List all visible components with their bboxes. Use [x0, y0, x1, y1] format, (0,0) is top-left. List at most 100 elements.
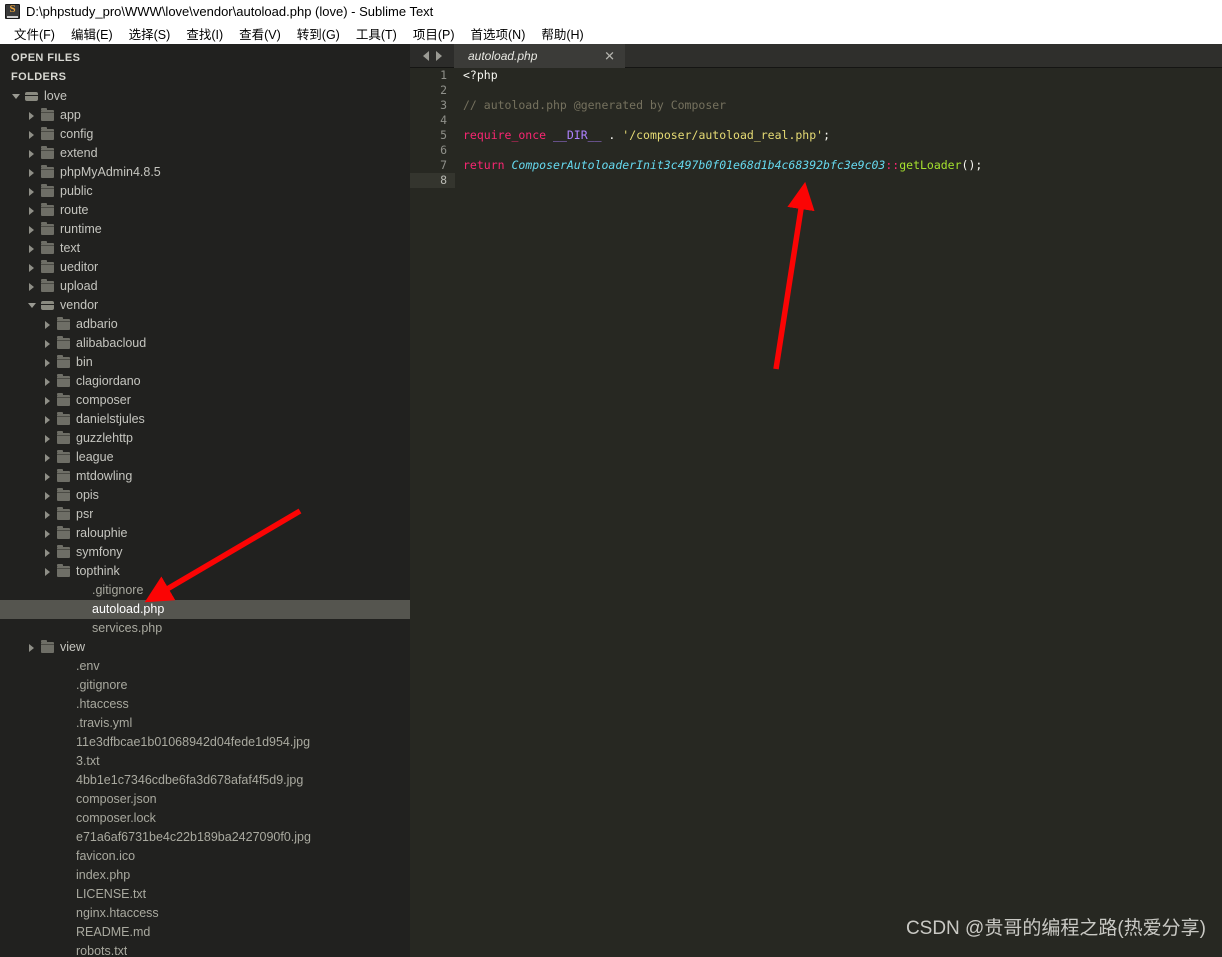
chevron-right-icon[interactable] — [43, 372, 54, 391]
chevron-right-icon[interactable] — [27, 144, 38, 163]
tree-file-item[interactable]: .htaccess — [0, 695, 410, 714]
tree-file-item[interactable]: services.php — [0, 619, 410, 638]
tree-folder-item[interactable]: route — [0, 201, 410, 220]
tree-folder-item[interactable]: view — [0, 638, 410, 657]
tree-file-item[interactable]: composer.lock — [0, 809, 410, 828]
menu-item-0[interactable]: 文件(F) — [6, 22, 63, 45]
code-line[interactable]: require_once __DIR__ . '/composer/autolo… — [455, 128, 1222, 143]
code-line[interactable]: // autoload.php @generated by Composer — [455, 98, 1222, 113]
chevron-right-icon[interactable] — [43, 543, 54, 562]
code-line[interactable] — [455, 83, 1222, 98]
chevron-right-icon[interactable] — [43, 391, 54, 410]
tree-folder-item[interactable]: extend — [0, 144, 410, 163]
tree-file-item[interactable]: nginx.htaccess — [0, 904, 410, 923]
chevron-right-icon[interactable] — [27, 106, 38, 125]
tree-folder-item[interactable]: runtime — [0, 220, 410, 239]
chevron-right-icon[interactable] — [43, 486, 54, 505]
chevron-right-icon[interactable] — [27, 638, 38, 657]
menu-item-4[interactable]: 查看(V) — [231, 22, 289, 45]
chevron-right-icon[interactable] — [43, 315, 54, 334]
chevron-right-icon[interactable] — [43, 334, 54, 353]
tree-folder-item[interactable]: guzzlehttp — [0, 429, 410, 448]
code-line[interactable] — [455, 143, 1222, 158]
chevron-right-icon[interactable] — [27, 163, 38, 182]
tree-folder-item[interactable]: opis — [0, 486, 410, 505]
arrow-left-icon[interactable] — [422, 50, 429, 61]
tree-folder-item[interactable]: topthink — [0, 562, 410, 581]
tree-file-item[interactable]: .env — [0, 657, 410, 676]
menu-item-2[interactable]: 选择(S) — [121, 22, 179, 45]
tree-folder-item[interactable]: psr — [0, 505, 410, 524]
close-icon[interactable]: ✕ — [604, 50, 615, 63]
chevron-right-icon[interactable] — [27, 258, 38, 277]
sidebar-file-tree[interactable]: OPEN FILES FOLDERS love app config extend ph… — [0, 44, 410, 957]
tree-folder-item[interactable]: mtdowling — [0, 467, 410, 486]
tree-folder-item[interactable]: app — [0, 106, 410, 125]
tree-folder-item[interactable]: league — [0, 448, 410, 467]
chevron-right-icon[interactable] — [43, 505, 54, 524]
menu-item-8[interactable]: 首选项(N) — [463, 22, 534, 45]
menu-item-7[interactable]: 项目(P) — [405, 22, 463, 45]
tree-folder-item[interactable]: upload — [0, 277, 410, 296]
menu-item-9[interactable]: 帮助(H) — [533, 22, 591, 45]
tree-folder-item[interactable]: ueditor — [0, 258, 410, 277]
tree-folder-item[interactable]: alibabacloud — [0, 334, 410, 353]
chevron-right-icon[interactable] — [43, 467, 54, 486]
tree-file-item[interactable]: .travis.yml — [0, 714, 410, 733]
tree-folder-item[interactable]: bin — [0, 353, 410, 372]
chevron-right-icon[interactable] — [27, 182, 38, 201]
tree-folder-item[interactable]: text — [0, 239, 410, 258]
menu-item-3[interactable]: 查找(I) — [178, 22, 231, 45]
chevron-right-icon[interactable] — [27, 220, 38, 239]
arrow-right-icon[interactable] — [435, 50, 442, 61]
tree-file-item[interactable]: robots.txt — [0, 942, 410, 957]
chevron-right-icon[interactable] — [43, 353, 54, 372]
chevron-right-icon[interactable] — [27, 201, 38, 220]
tree-file-item[interactable]: .gitignore — [0, 676, 410, 695]
chevron-right-icon[interactable] — [43, 429, 54, 448]
chevron-down-icon[interactable] — [27, 296, 38, 315]
code-line[interactable]: return ComposerAutoloaderInit3c497b0f01e… — [455, 158, 1222, 173]
chevron-right-icon[interactable] — [43, 448, 54, 467]
folder-tree[interactable]: love app config extend phpMyAdmin4.8.5 public… — [0, 87, 410, 957]
tree-folder-item[interactable]: composer — [0, 391, 410, 410]
tree-file-item[interactable]: 4bb1e1c7346cdbe6fa3d678afaf4f5d9.jpg — [0, 771, 410, 790]
tree-file-item[interactable]: 11e3dfbcae1b01068942d04fede1d954.jpg — [0, 733, 410, 752]
tree-folder-item[interactable]: clagiordano — [0, 372, 410, 391]
chevron-right-icon[interactable] — [43, 524, 54, 543]
code-editor[interactable]: 12345678 <?php // autoload.php @generate… — [410, 68, 1222, 957]
tree-file-item[interactable]: index.php — [0, 866, 410, 885]
tree-file-item[interactable]: autoload.php — [0, 600, 410, 619]
tab-nav-arrows[interactable] — [410, 44, 454, 68]
tree-file-item[interactable]: favicon.ico — [0, 847, 410, 866]
tree-folder-item[interactable]: symfony — [0, 543, 410, 562]
tree-folder-item[interactable]: phpMyAdmin4.8.5 — [0, 163, 410, 182]
code-line[interactable] — [455, 113, 1222, 128]
tree-folder-item[interactable]: ralouphie — [0, 524, 410, 543]
tree-folder-item[interactable]: vendor — [0, 296, 410, 315]
menu-item-1[interactable]: 编辑(E) — [63, 22, 121, 45]
tree-file-item[interactable]: composer.json — [0, 790, 410, 809]
chevron-right-icon[interactable] — [27, 239, 38, 258]
menu-item-6[interactable]: 工具(T) — [348, 22, 405, 45]
chevron-right-icon[interactable] — [27, 125, 38, 144]
tree-folder-item[interactable]: adbario — [0, 315, 410, 334]
tree-file-item[interactable]: README.md — [0, 923, 410, 942]
chevron-down-icon[interactable] — [11, 87, 22, 106]
tree-folder-item[interactable]: public — [0, 182, 410, 201]
tree-folder-item[interactable]: danielstjules — [0, 410, 410, 429]
tree-folder-item[interactable]: love — [0, 87, 410, 106]
code-line[interactable] — [455, 173, 1222, 188]
menu-item-5[interactable]: 转到(G) — [289, 22, 348, 45]
code-line[interactable]: <?php — [455, 68, 1222, 83]
chevron-right-icon[interactable] — [43, 562, 54, 581]
tree-file-item[interactable]: e71a6af6731be4c22b189ba2427090f0.jpg — [0, 828, 410, 847]
chevron-right-icon[interactable] — [43, 410, 54, 429]
tree-folder-item[interactable]: config — [0, 125, 410, 144]
tree-file-item[interactable]: .gitignore — [0, 581, 410, 600]
tree-file-item[interactable]: 3.txt — [0, 752, 410, 771]
tab-autoload-php[interactable]: autoload.php ✕ — [454, 44, 625, 68]
code-content[interactable]: <?php // autoload.php @generated by Comp… — [455, 68, 1222, 957]
chevron-right-icon[interactable] — [27, 277, 38, 296]
tree-file-item[interactable]: LICENSE.txt — [0, 885, 410, 904]
